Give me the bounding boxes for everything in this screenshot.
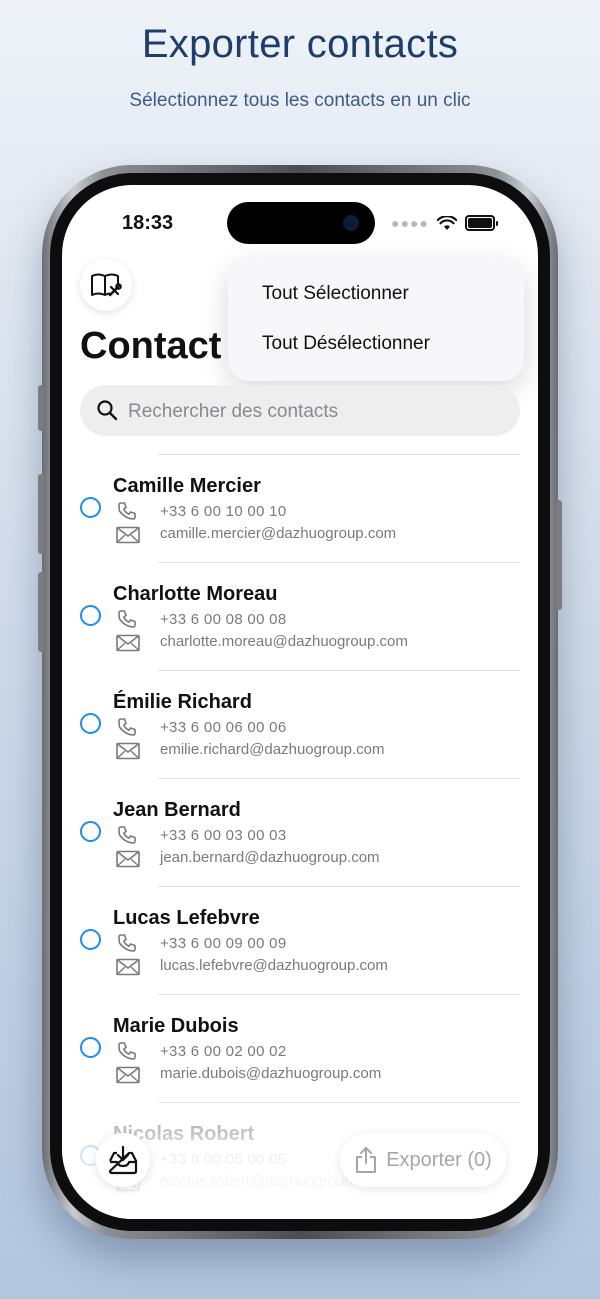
row-separator bbox=[158, 454, 520, 455]
wifi-icon bbox=[437, 215, 457, 230]
contact-name: Marie Dubois bbox=[113, 1015, 239, 1037]
phone-icon bbox=[117, 933, 137, 958]
contact-name: Lucas Lefebvre bbox=[113, 907, 260, 929]
export-label: Exporter (0) bbox=[386, 1148, 492, 1171]
phone-action-button bbox=[38, 385, 44, 431]
contact-row[interactable]: Marie Dubois +33 6 00 02 00 02 marie.duboi… bbox=[62, 994, 538, 1102]
row-separator bbox=[158, 994, 520, 995]
manage-button[interactable] bbox=[80, 259, 132, 311]
row-separator bbox=[158, 886, 520, 887]
promo-title: Exporter contacts bbox=[141, 22, 459, 66]
phone-icon bbox=[117, 717, 137, 742]
phone-icon bbox=[117, 1041, 137, 1066]
menu-item-deselect-all[interactable]: Tout Désélectionner bbox=[262, 333, 430, 355]
battery-icon bbox=[465, 215, 495, 231]
mail-icon bbox=[116, 1066, 140, 1089]
phone-icon bbox=[117, 501, 137, 526]
dynamic-island bbox=[227, 202, 375, 244]
contact-email: marie.dubois@dazhuogroup.com bbox=[160, 1065, 382, 1082]
contact-phone: +33 6 00 06 00 06 bbox=[160, 719, 287, 736]
contact-email: charlotte.moreau@dazhuogroup.com bbox=[160, 633, 408, 650]
contact-phone: +33 6 00 10 00 10 bbox=[160, 503, 287, 520]
import-button[interactable] bbox=[96, 1133, 150, 1187]
phone-power-button bbox=[556, 500, 562, 610]
search-bar[interactable] bbox=[80, 385, 520, 438]
contact-name: Jean Bernard bbox=[113, 799, 241, 821]
phone-icon bbox=[117, 609, 137, 634]
contact-row[interactable]: Camille Mercier +33 6 00 10 00 10 camille.… bbox=[62, 454, 538, 562]
contact-name: Charlotte Moreau bbox=[113, 583, 278, 605]
row-separator bbox=[158, 562, 520, 563]
contact-row[interactable]: Jean Bernard +33 6 00 03 00 03 jean.bernar… bbox=[62, 778, 538, 886]
select-radio[interactable] bbox=[80, 821, 101, 842]
contact-email: camille.mercier@dazhuogroup.com bbox=[160, 525, 397, 542]
phone-volume-up bbox=[38, 474, 44, 554]
row-separator bbox=[158, 670, 520, 671]
menu-item-select-all[interactable]: Tout Sélectionner bbox=[262, 283, 409, 305]
page-title: Contact bbox=[80, 325, 222, 367]
contact-email: lucas.lefebvre@dazhuogroup.com bbox=[160, 957, 388, 974]
book-tools-icon bbox=[91, 273, 122, 297]
contact-row[interactable]: Lucas Lefebvre +33 6 00 09 00 09 lucas.lef… bbox=[62, 886, 538, 994]
mail-icon bbox=[116, 634, 140, 657]
contact-phone: +33 6 00 08 00 08 bbox=[160, 611, 287, 628]
status-icons: ●●●● bbox=[391, 215, 498, 231]
contact-phone: +33 6 00 02 00 02 bbox=[160, 1043, 287, 1060]
contact-row[interactable]: Charlotte Moreau +33 6 00 08 00 08 charlot… bbox=[62, 562, 538, 670]
mail-icon bbox=[116, 742, 140, 765]
share-export-icon bbox=[356, 1147, 377, 1173]
select-radio[interactable] bbox=[80, 497, 101, 518]
select-radio[interactable] bbox=[80, 605, 101, 626]
mail-icon bbox=[116, 526, 140, 549]
tray-import-icon bbox=[108, 1145, 138, 1175]
promo-subtitle: Sélectionnez tous les contacts en un cli… bbox=[129, 90, 471, 111]
contact-row[interactable]: Émilie Richard +33 6 00 06 00 06 emilie.ri… bbox=[62, 670, 538, 778]
phone-icon bbox=[117, 825, 137, 850]
phone-volume-down bbox=[38, 572, 44, 652]
contact-email: emilie.richard@dazhuogroup.com bbox=[160, 741, 385, 758]
contact-name: Émilie Richard bbox=[113, 691, 252, 713]
battery-tip bbox=[496, 220, 498, 226]
select-radio[interactable] bbox=[80, 713, 101, 734]
contact-name: Camille Mercier bbox=[113, 475, 261, 497]
status-time: 18:33 bbox=[122, 212, 174, 234]
contact-phone: +33 6 00 03 00 03 bbox=[160, 827, 287, 844]
row-separator bbox=[158, 778, 520, 779]
camera-lens bbox=[343, 215, 359, 231]
contact-email: jean.bernard@dazhuogroup.com bbox=[160, 849, 380, 866]
search-input[interactable] bbox=[126, 385, 510, 438]
search-icon bbox=[97, 400, 118, 421]
mail-icon bbox=[116, 850, 140, 873]
select-radio[interactable] bbox=[80, 929, 101, 950]
export-button[interactable]: Exporter (0) bbox=[340, 1133, 506, 1187]
select-radio[interactable] bbox=[80, 1037, 101, 1058]
contact-phone: +33 6 00 09 00 09 bbox=[160, 935, 287, 952]
mail-icon bbox=[116, 958, 140, 981]
signal-dots-icon: ●●●● bbox=[391, 215, 429, 231]
selection-menu: Tout Sélectionner Tout Désélectionner bbox=[228, 259, 524, 381]
app-screen: 18:33 ●●●● Contact Tout Sélectionner Tou… bbox=[62, 185, 538, 1219]
